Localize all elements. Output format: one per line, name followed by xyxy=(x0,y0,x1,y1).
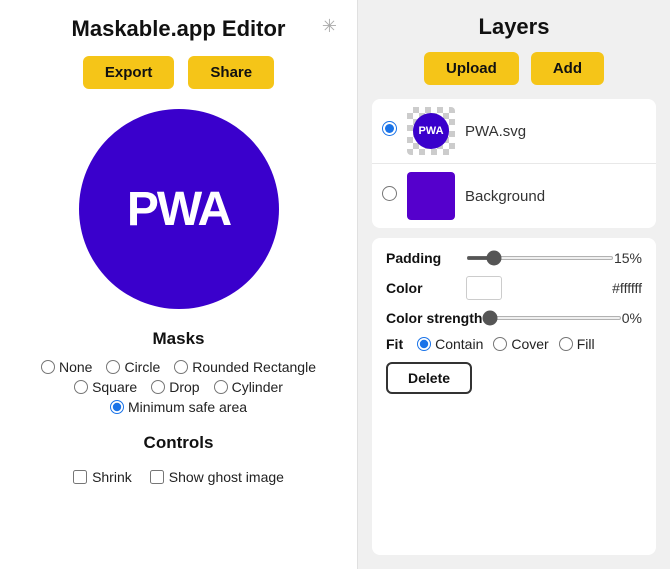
layer-bg-radio[interactable] xyxy=(382,186,397,201)
mask-square-radio[interactable] xyxy=(74,380,88,394)
delete-row: Delete xyxy=(386,362,642,394)
mask-none-radio[interactable] xyxy=(41,360,55,374)
app-title: Maskable.app Editor xyxy=(72,16,286,42)
icon-preview: PWA xyxy=(79,109,279,309)
color-row: Color #ffffff xyxy=(386,276,642,300)
fit-label: Fit xyxy=(386,336,403,352)
masks-section: Masks None Circle Rounded Rectangle Squa… xyxy=(20,329,337,419)
mask-circle[interactable]: Circle xyxy=(106,359,160,375)
color-strength-row: Color strength 0% xyxy=(386,310,642,326)
layer-pwa-thumb: PWA xyxy=(407,107,455,155)
fit-contain-label[interactable]: Contain xyxy=(417,336,483,352)
properties-panel: Padding 15% Color #ffffff Color strength… xyxy=(372,238,656,555)
color-strength-value: 0% xyxy=(622,310,642,326)
fit-cover-text: Cover xyxy=(511,336,548,352)
mask-rounded-rect-radio[interactable] xyxy=(174,360,188,374)
mask-rounded-rect[interactable]: Rounded Rectangle xyxy=(174,359,316,375)
layers-list: PWA PWA.svg Background xyxy=(372,99,656,228)
shrink-checkbox[interactable] xyxy=(73,470,87,484)
layer-item-bg[interactable]: Background xyxy=(372,164,656,228)
color-label: Color xyxy=(386,280,466,296)
fit-fill-label[interactable]: Fill xyxy=(559,336,595,352)
layer-item-pwa[interactable]: PWA PWA.svg xyxy=(372,99,656,164)
left-panel: ✳ Maskable.app Editor Export Share PWA M… xyxy=(0,0,358,569)
padding-slider-container xyxy=(466,256,614,260)
fit-cover-radio[interactable] xyxy=(493,337,507,351)
layers-title: Layers xyxy=(372,14,656,40)
padding-row: Padding 15% xyxy=(386,250,642,266)
mask-none[interactable]: None xyxy=(41,359,92,375)
mask-cylinder-radio[interactable] xyxy=(214,380,228,394)
mask-row-1: None Circle Rounded Rectangle xyxy=(41,359,316,375)
padding-value: 15% xyxy=(614,250,642,266)
color-swatch[interactable] xyxy=(466,276,502,300)
layer-pwa-radio-wrap[interactable] xyxy=(382,121,397,141)
layer-pwa-name: PWA.svg xyxy=(465,123,526,140)
ghost-image-label: Show ghost image xyxy=(169,469,284,485)
mask-drop[interactable]: Drop xyxy=(151,379,199,395)
toolbar: Export Share xyxy=(83,56,274,89)
layer-pwa-radio[interactable] xyxy=(382,121,397,136)
color-strength-slider[interactable] xyxy=(482,316,621,320)
color-hex-value: #ffffff xyxy=(612,280,642,296)
mask-row-2: Square Drop Cylinder xyxy=(74,379,283,395)
mask-minimum-safe-area[interactable]: Minimum safe area xyxy=(110,399,247,415)
layer-bg-name: Background xyxy=(465,188,545,205)
share-button[interactable]: Share xyxy=(188,56,274,89)
fit-fill-radio[interactable] xyxy=(559,337,573,351)
upload-button[interactable]: Upload xyxy=(424,52,519,85)
padding-label: Padding xyxy=(386,250,466,266)
right-panel: Layers Upload Add PWA PWA.svg Background xyxy=(358,0,670,569)
layer-bg-radio-wrap[interactable] xyxy=(382,186,397,206)
color-strength-label: Color strength xyxy=(386,310,482,326)
mask-row-3: Minimum safe area xyxy=(110,399,247,415)
mask-circle-radio[interactable] xyxy=(106,360,120,374)
mask-square[interactable]: Square xyxy=(74,379,137,395)
export-button[interactable]: Export xyxy=(83,56,175,89)
padding-slider[interactable] xyxy=(466,256,614,260)
controls-row: Shrink Show ghost image xyxy=(73,469,284,485)
layer-bg-thumb xyxy=(407,172,455,220)
add-button[interactable]: Add xyxy=(531,52,604,85)
ghost-image-checkbox[interactable] xyxy=(150,470,164,484)
controls-title: Controls xyxy=(144,433,214,453)
mask-drop-radio[interactable] xyxy=(151,380,165,394)
color-strength-slider-container xyxy=(482,316,621,320)
fit-fill-text: Fill xyxy=(577,336,595,352)
shrink-checkbox-label[interactable]: Shrink xyxy=(73,469,132,485)
sun-icon: ✳ xyxy=(322,16,337,37)
fit-cover-label[interactable]: Cover xyxy=(493,336,548,352)
fit-contain-radio[interactable] xyxy=(417,337,431,351)
controls-section: Controls Shrink Show ghost image xyxy=(20,433,337,485)
mask-cylinder[interactable]: Cylinder xyxy=(214,379,283,395)
preview-pwa-text: PWA xyxy=(127,182,230,237)
fit-contain-text: Contain xyxy=(435,336,483,352)
delete-button[interactable]: Delete xyxy=(386,362,472,394)
fit-row: Fit Contain Cover Fill xyxy=(386,336,642,352)
layers-toolbar: Upload Add xyxy=(372,52,656,85)
mask-min-safe-radio[interactable] xyxy=(110,400,124,414)
ghost-image-checkbox-label[interactable]: Show ghost image xyxy=(150,469,284,485)
shrink-label: Shrink xyxy=(92,469,132,485)
masks-title: Masks xyxy=(153,329,205,349)
